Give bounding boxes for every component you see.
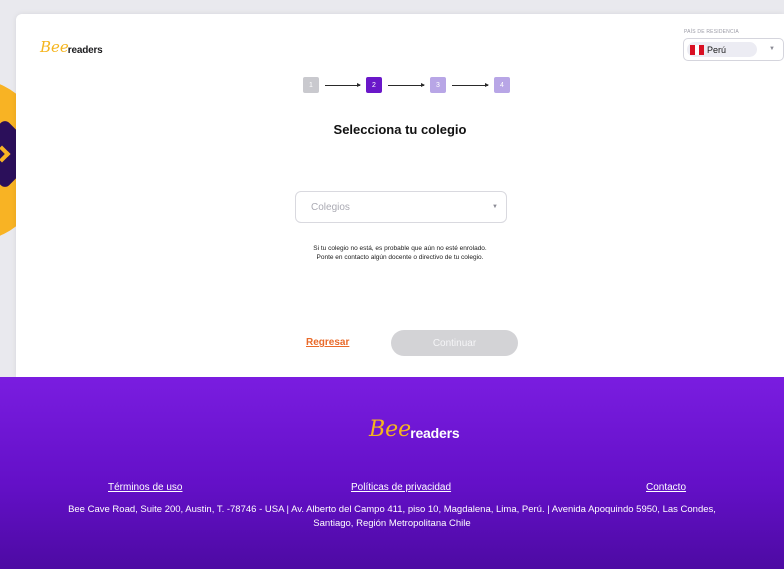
footer: Bee readers Términos de uso Políticas de… bbox=[0, 377, 784, 569]
country-select[interactable]: Perú ▼ bbox=[683, 38, 784, 61]
country-name: Perú bbox=[707, 44, 727, 55]
logo-bee-text: Bee bbox=[40, 38, 69, 56]
step-connector-arrow bbox=[452, 83, 489, 87]
footer-logo[interactable]: Bee readers bbox=[369, 417, 460, 442]
page-title: Selecciona tu colegio bbox=[333, 122, 467, 137]
address-line-2: Santiago, Región Metropolitana Chile bbox=[313, 518, 471, 529]
contact-link[interactable]: Contacto bbox=[646, 482, 686, 493]
info-text-line-1: Si tu colegio no está, es probable que a… bbox=[313, 245, 487, 252]
beereaders-logo[interactable]: Bee readers bbox=[40, 38, 103, 56]
logo-readers-text: readers bbox=[410, 425, 460, 441]
step-1: 1 bbox=[303, 77, 319, 93]
school-select[interactable]: Colegios ▼ bbox=[295, 191, 507, 223]
country-label: PAÍS DE RESIDENCIA bbox=[684, 29, 739, 35]
address-line-1: Bee Cave Road, Suite 200, Austin, T. -78… bbox=[68, 504, 716, 515]
continue-button[interactable]: Continuar bbox=[391, 330, 518, 356]
step-connector-arrow bbox=[388, 83, 425, 87]
page: Bee readers PAÍS DE RESIDENCIA Perú ▼ 1 … bbox=[0, 0, 784, 569]
terms-link[interactable]: Términos de uso bbox=[108, 482, 182, 493]
footer-address: Bee Cave Road, Suite 200, Austin, T. -78… bbox=[0, 503, 784, 531]
step-4: 4 bbox=[494, 77, 510, 93]
chevron-down-icon: ▼ bbox=[769, 46, 775, 52]
school-select-placeholder: Colegios bbox=[311, 202, 350, 213]
chevron-down-icon: ▼ bbox=[492, 204, 498, 210]
logo-readers-text: readers bbox=[67, 45, 103, 56]
back-link[interactable]: Regresar bbox=[306, 337, 349, 348]
privacy-link[interactable]: Políticas de privacidad bbox=[351, 482, 451, 493]
info-text-line-2: Ponte en contacto algún docente o direct… bbox=[316, 254, 484, 261]
step-connector-arrow bbox=[325, 83, 361, 87]
step-3: 3 bbox=[430, 77, 446, 93]
logo-bee-text: Bee bbox=[369, 417, 412, 442]
peru-flag-icon bbox=[690, 44, 705, 55]
step-2-active: 2 bbox=[366, 77, 382, 93]
country-selected-chip: Perú bbox=[687, 42, 757, 57]
